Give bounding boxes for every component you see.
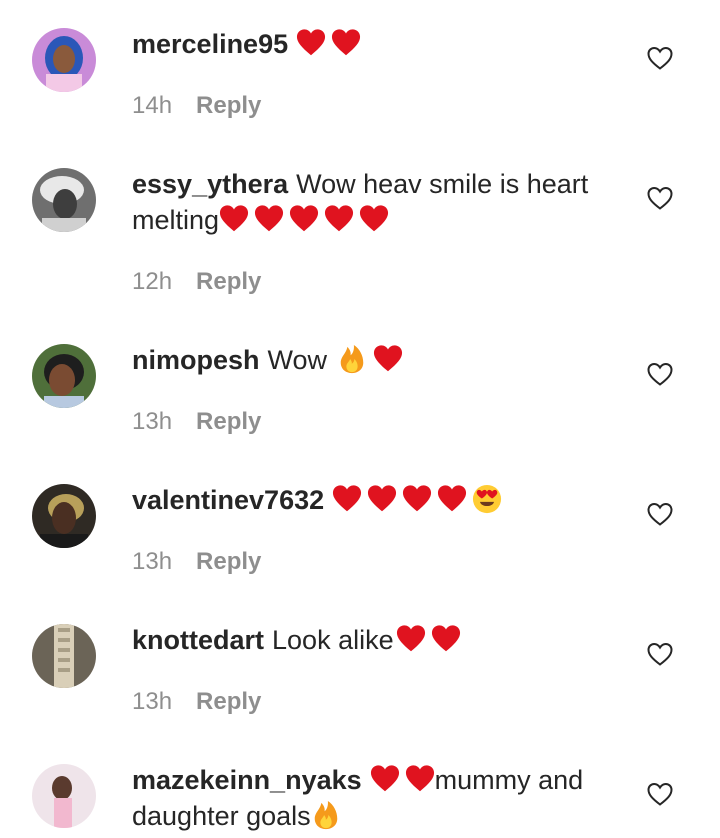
comment-timestamp: 14h xyxy=(132,92,173,119)
comment-body: nimopesh Wow xyxy=(132,342,612,378)
comment-meta: 13h Reply xyxy=(132,687,261,717)
comment-text: Look alike xyxy=(272,625,394,655)
comment-meta: 14h Reply xyxy=(132,91,261,121)
like-heart-icon[interactable] xyxy=(646,184,674,212)
comment-body: merceline95 xyxy=(132,26,612,62)
red-heart-emoji xyxy=(332,484,362,514)
red-heart-emoji xyxy=(396,624,426,654)
comment-timestamp: 13h xyxy=(132,408,173,435)
red-heart-emoji xyxy=(405,764,435,794)
red-heart-emoji xyxy=(289,204,319,234)
avatar[interactable] xyxy=(32,764,96,828)
comment-timestamp: 12h xyxy=(132,268,173,295)
comment-body: knottedart Look alike xyxy=(132,622,612,658)
red-heart-emoji xyxy=(359,204,389,234)
comment-timestamp: 13h xyxy=(132,688,173,715)
comment-body: valentinev7632 xyxy=(132,482,612,518)
comment-timestamp: 13h xyxy=(132,548,173,575)
comment-username[interactable]: knottedart xyxy=(132,625,264,655)
reply-button[interactable]: Reply xyxy=(196,548,261,575)
reply-button[interactable]: Reply xyxy=(196,268,261,295)
reply-button[interactable]: Reply xyxy=(196,408,261,435)
reply-button[interactable]: Reply xyxy=(196,92,261,119)
comment-username[interactable]: valentinev7632 xyxy=(132,485,324,515)
red-heart-emoji xyxy=(431,624,461,654)
red-heart-emoji xyxy=(402,484,432,514)
comment-meta: 13h Reply xyxy=(132,407,261,437)
avatar[interactable] xyxy=(32,624,96,688)
like-heart-icon[interactable] xyxy=(646,44,674,72)
comment-body: mazekeinn_nyaks mummy and daughter goals xyxy=(132,762,612,834)
fire-emoji xyxy=(313,800,339,830)
like-heart-icon[interactable] xyxy=(646,640,674,668)
red-heart-emoji xyxy=(219,204,249,234)
red-heart-emoji xyxy=(367,484,397,514)
red-heart-emoji xyxy=(373,344,403,374)
avatar[interactable] xyxy=(32,484,96,548)
fire-emoji xyxy=(339,344,365,374)
red-heart-emoji xyxy=(296,28,326,58)
comment-username[interactable]: nimopesh xyxy=(132,345,260,375)
comment-body: essy_ythera Wow heav smile is heart melti… xyxy=(132,166,612,238)
comment-username[interactable]: essy_ythera xyxy=(132,169,288,199)
comment-text: Wow xyxy=(267,345,335,375)
comment-meta: 13h Reply xyxy=(132,547,261,577)
comment-username[interactable]: mazekeinn_nyaks xyxy=(132,765,362,795)
red-heart-emoji xyxy=(437,484,467,514)
avatar[interactable] xyxy=(32,28,96,92)
comment-meta: 12h Reply xyxy=(132,267,261,297)
like-heart-icon[interactable] xyxy=(646,360,674,388)
heart-eyes-emoji xyxy=(472,484,502,514)
avatar[interactable] xyxy=(32,168,96,232)
comments-list: merceline95 14h Reply essy_ythera Wow heav… xyxy=(0,0,720,838)
red-heart-emoji xyxy=(370,764,400,794)
like-heart-icon[interactable] xyxy=(646,500,674,528)
red-heart-emoji xyxy=(254,204,284,234)
avatar[interactable] xyxy=(32,344,96,408)
red-heart-emoji xyxy=(331,28,361,58)
like-heart-icon[interactable] xyxy=(646,780,674,808)
red-heart-emoji xyxy=(324,204,354,234)
comment-username[interactable]: merceline95 xyxy=(132,29,288,59)
reply-button[interactable]: Reply xyxy=(196,688,261,715)
